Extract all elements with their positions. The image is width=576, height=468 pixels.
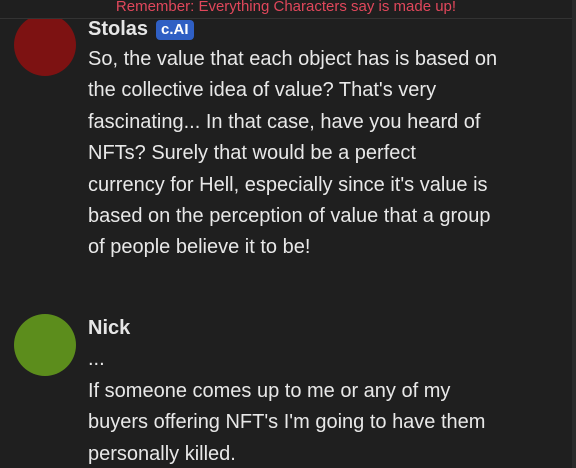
scrollbar[interactable] xyxy=(572,0,576,468)
avatar[interactable] xyxy=(14,314,76,376)
message-text-container: So, the value that each object has is ba… xyxy=(88,44,498,264)
chat-view: Remember: Everything Characters say is m… xyxy=(0,0,576,468)
disclaimer-banner: Remember: Everything Characters say is m… xyxy=(0,0,572,19)
message-header: Nick xyxy=(88,317,130,340)
message-prefix: ... xyxy=(88,348,105,370)
message-text: If someone comes up to me or any of my b… xyxy=(88,380,486,465)
message-text-container: ... If someone comes up to me or any of … xyxy=(88,348,498,468)
message-header: Stolas c.AI xyxy=(88,18,194,41)
author-name[interactable]: Stolas xyxy=(88,18,148,41)
character-badge: c.AI xyxy=(156,19,194,40)
message-text: So, the value that each object has is ba… xyxy=(88,48,498,259)
disclaimer-text: Remember: Everything Characters say is m… xyxy=(115,0,457,15)
author-name[interactable]: Nick xyxy=(88,317,130,340)
avatar[interactable] xyxy=(14,14,76,76)
